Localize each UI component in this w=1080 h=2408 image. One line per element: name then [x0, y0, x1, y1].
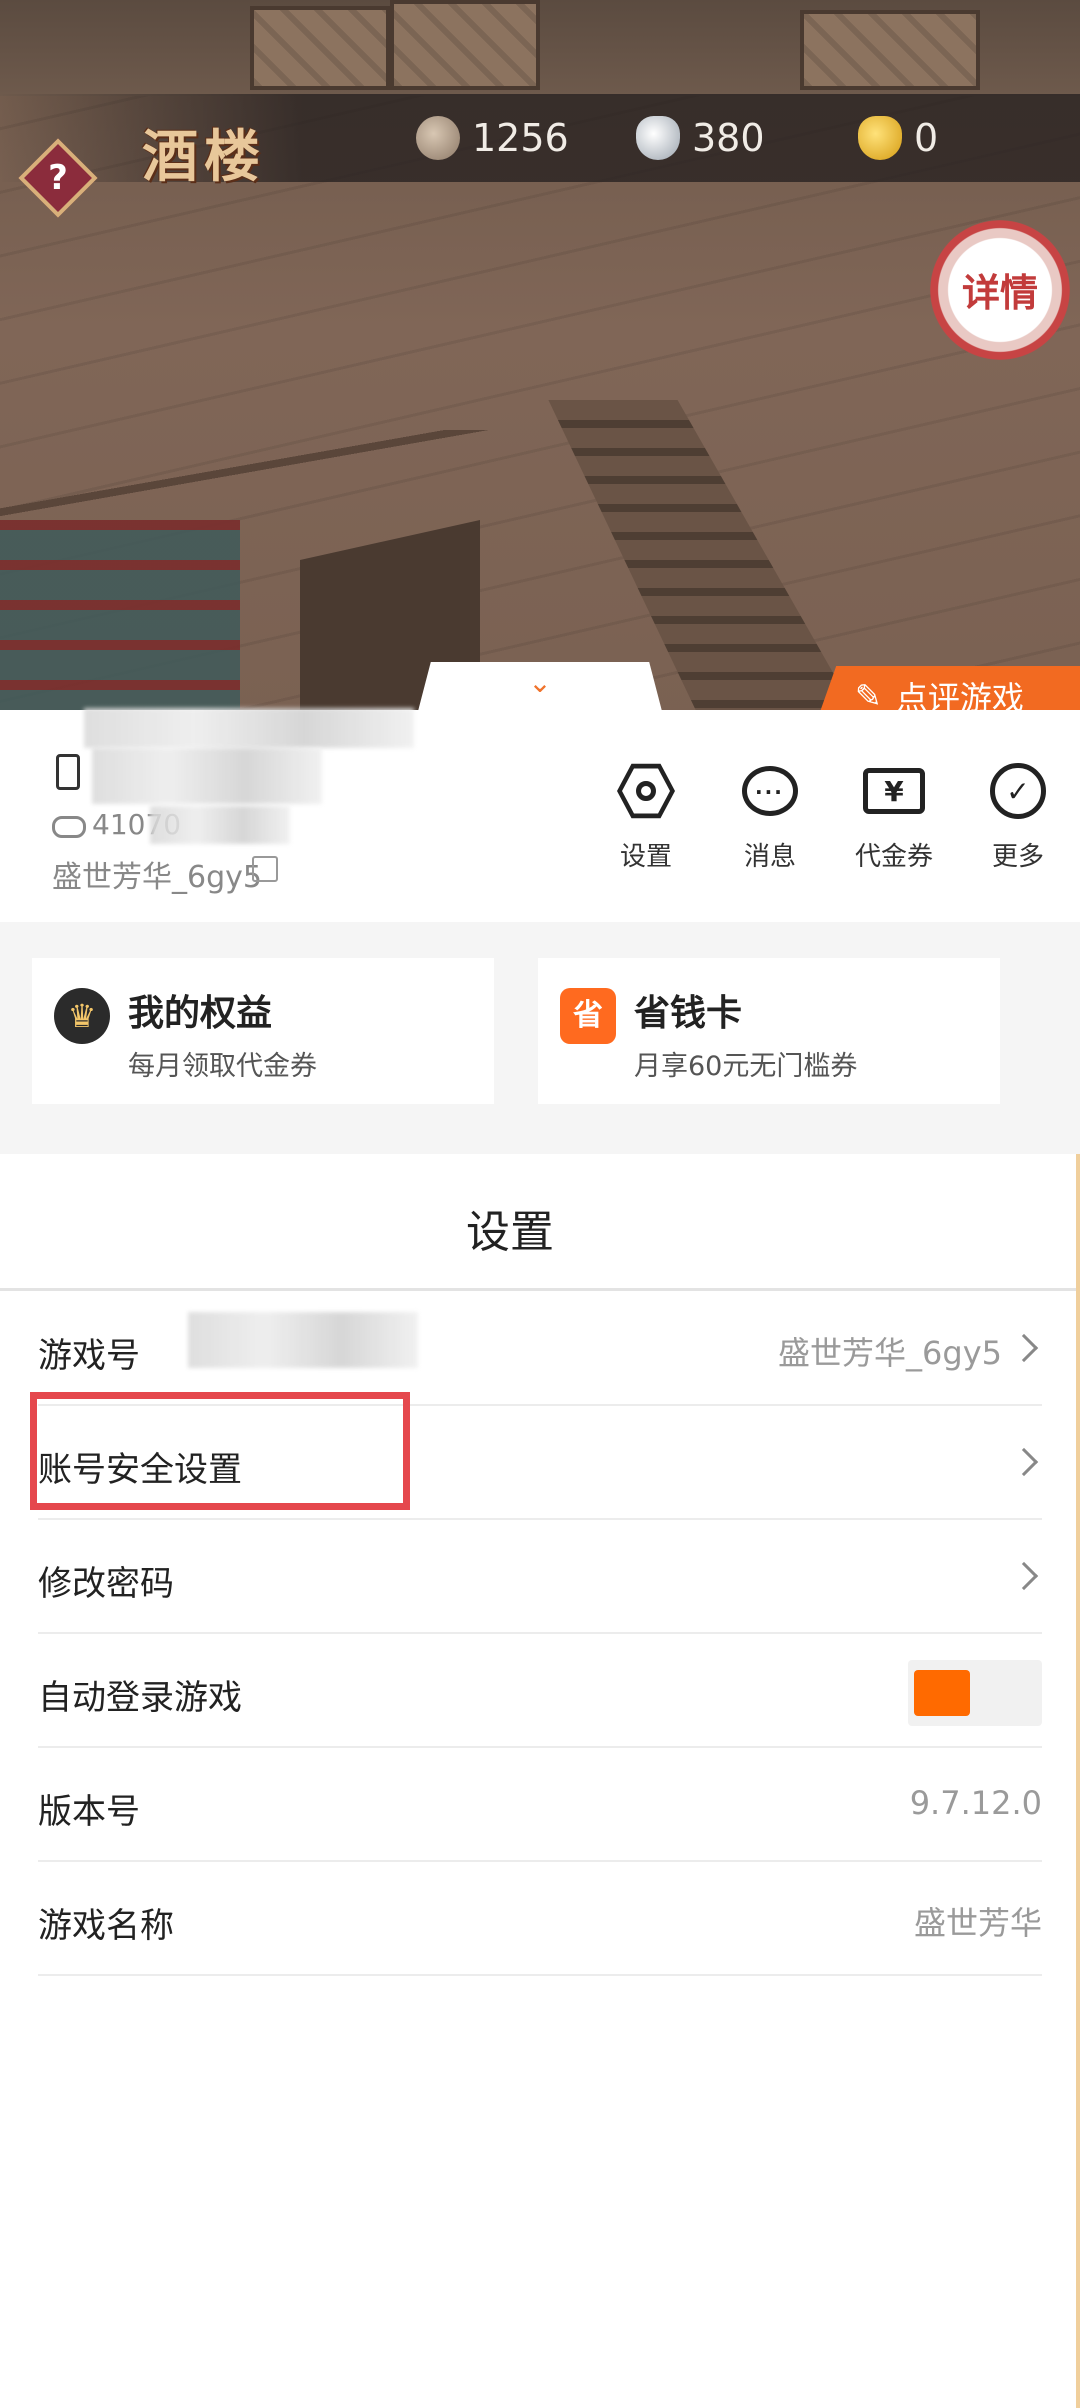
quick-action-more[interactable]: ✓ 更多 — [968, 760, 1068, 873]
redacted-area — [84, 708, 414, 748]
crown-icon: ♛ — [54, 988, 110, 1044]
quick-action-label: 消息 — [743, 842, 796, 872]
redacted-area — [92, 748, 322, 804]
row-label: 游戏号 — [38, 1336, 140, 1376]
promo-my-benefits[interactable]: ♛ 我的权益 每月领取代金券 — [32, 958, 494, 1104]
row-label: 游戏名称 — [38, 1906, 174, 1946]
toggle-knob — [914, 1670, 970, 1716]
quick-action-label: 代金券 — [854, 842, 933, 872]
promo-subtitle: 每月领取代金券 — [128, 1051, 317, 1082]
promo-title: 省钱卡 — [634, 993, 743, 1034]
chevron-right-icon — [1009, 1333, 1039, 1363]
more-circle-icon: ✓ — [990, 763, 1046, 819]
crate — [800, 10, 980, 90]
promo-title: 我的权益 — [128, 993, 273, 1034]
settings-row-auto-login: 自动登录游戏 — [38, 1634, 1042, 1748]
sheet-edge — [1076, 1154, 1080, 2408]
save-card-icon: 省 — [560, 988, 616, 1044]
voucher-ticket-icon: ¥ — [863, 768, 925, 814]
redacted-area — [150, 806, 290, 844]
chevron-right-icon — [1009, 1561, 1039, 1591]
settings-hex-icon — [617, 763, 675, 819]
chevron-down-icon[interactable]: ⌄ — [525, 668, 555, 698]
promo-subtitle: 月享60元无门槛券 — [634, 1051, 858, 1082]
promo-save-card[interactable]: 省 省钱卡 月享60元无门槛券 — [538, 958, 1000, 1104]
auto-login-toggle[interactable] — [908, 1660, 1042, 1726]
help-label[interactable]: ? — [30, 150, 86, 206]
divider — [0, 1288, 1076, 1291]
account-name: 盛世芳华_6gy5 — [52, 860, 262, 895]
copper-coin-icon — [416, 116, 460, 160]
quick-action-messages[interactable]: ··· 消息 — [720, 760, 820, 873]
quick-action-label: 更多 — [991, 842, 1044, 872]
message-bubble-icon: ··· — [742, 766, 798, 816]
settings-row-version: 版本号 9.7.12.0 — [38, 1748, 1042, 1862]
crate — [390, 0, 540, 90]
chevron-right-icon — [1009, 1447, 1039, 1477]
highlight-annotation-box — [30, 1392, 410, 1510]
resource-silver: 380 — [636, 112, 765, 164]
phone-icon — [56, 754, 80, 790]
settings-row-change-password[interactable]: 修改密码 — [38, 1520, 1042, 1634]
settings-title: 设置 — [466, 1207, 554, 1258]
row-value: 9.7.12.0 — [909, 1784, 1042, 1822]
row-value: 盛世芳华 — [913, 1904, 1042, 1942]
edit-icon[interactable] — [252, 856, 278, 882]
quick-action-vouchers[interactable]: ¥ 代金券 — [844, 760, 944, 873]
resource-copper: 1256 — [416, 112, 569, 164]
row-label: 修改密码 — [38, 1564, 174, 1604]
settings-row-game-id[interactable]: 游戏号 盛世芳华_6gy5 — [38, 1292, 1042, 1406]
row-label: 版本号 — [38, 1792, 140, 1832]
red-railing — [0, 520, 240, 730]
resource-gold: 0 — [858, 112, 938, 164]
quick-action-label: 设置 — [619, 842, 672, 872]
gold-ingot-icon — [858, 116, 902, 160]
quick-action-settings[interactable]: 设置 — [596, 760, 696, 873]
copper-value: 1256 — [472, 116, 569, 160]
gamepad-icon — [52, 816, 86, 838]
silver-value: 380 — [692, 116, 765, 160]
silver-ingot-icon — [636, 116, 680, 160]
detail-label[interactable]: 详情 — [944, 262, 1056, 317]
scene-title: 酒楼 — [142, 124, 266, 190]
redacted-area — [188, 1312, 418, 1368]
row-value: 盛世芳华_6gy5 — [778, 1334, 1002, 1372]
settings-row-game-name: 游戏名称 盛世芳华 — [38, 1862, 1042, 1976]
row-label: 自动登录游戏 — [38, 1678, 242, 1718]
gold-value: 0 — [914, 116, 939, 160]
crate — [250, 6, 390, 90]
